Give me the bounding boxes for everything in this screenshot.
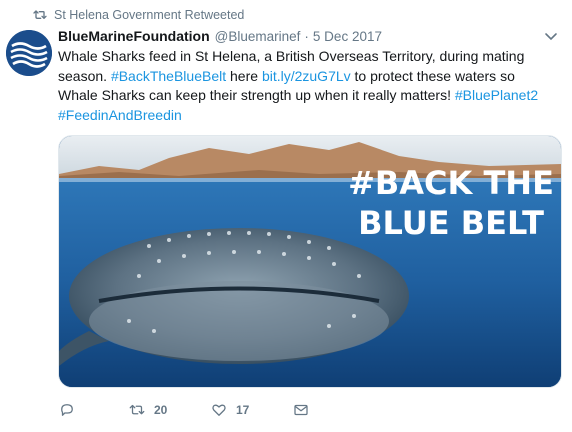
like-button[interactable]: 17 [210, 398, 292, 422]
reply-button[interactable] [58, 398, 128, 422]
tweet-text-segment: here [226, 67, 262, 84]
chevron-down-icon[interactable] [544, 32, 558, 42]
retweet-icon [33, 10, 47, 19]
retweet-icon [129, 404, 145, 415]
tweet-link[interactable]: #FeedinAndBreedin [58, 107, 182, 123]
tweet-image[interactable]: #BACK THE BLUE BELT [58, 135, 562, 388]
retweet-context[interactable]: St Helena Government Retweeted [33, 6, 245, 24]
retweet-button[interactable]: 20 [128, 398, 210, 422]
tweet-actions: 20 17 [58, 398, 332, 422]
whale-shark-photo: #BACK THE BLUE BELT [59, 136, 561, 387]
tweet-link[interactable]: bit.ly/2zuG7Lv [262, 68, 351, 84]
overlay-line-1: #BACK THE [348, 164, 554, 202]
like-count: 17 [236, 403, 250, 417]
retweet-count: 20 [154, 403, 168, 417]
separator-dot: · [304, 29, 309, 44]
direct-message-button[interactable] [292, 398, 332, 422]
tweet-link[interactable]: #BackTheBlueBelt [111, 68, 226, 84]
tweet-date[interactable]: 5 Dec 2017 [313, 29, 382, 44]
reply-icon [61, 404, 73, 416]
tweet-link[interactable]: #BluePlanet2 [455, 87, 538, 103]
envelope-icon [294, 404, 308, 416]
author-handle[interactable]: @Bluemarinef [215, 29, 301, 44]
avatar[interactable] [6, 30, 52, 76]
author-name[interactable]: BlueMarineFoundation [58, 28, 210, 44]
tweet-text: Whale Sharks feed in St Helena, a Britis… [58, 47, 558, 125]
overlay-line-2: BLUE BELT [358, 204, 544, 242]
tweet-header: BlueMarineFoundation @Bluemarinef · 5 De… [58, 28, 542, 46]
blue-marine-logo [6, 30, 52, 76]
retweet-context-text: St Helena Government Retweeted [54, 8, 245, 22]
heart-icon [212, 404, 226, 416]
